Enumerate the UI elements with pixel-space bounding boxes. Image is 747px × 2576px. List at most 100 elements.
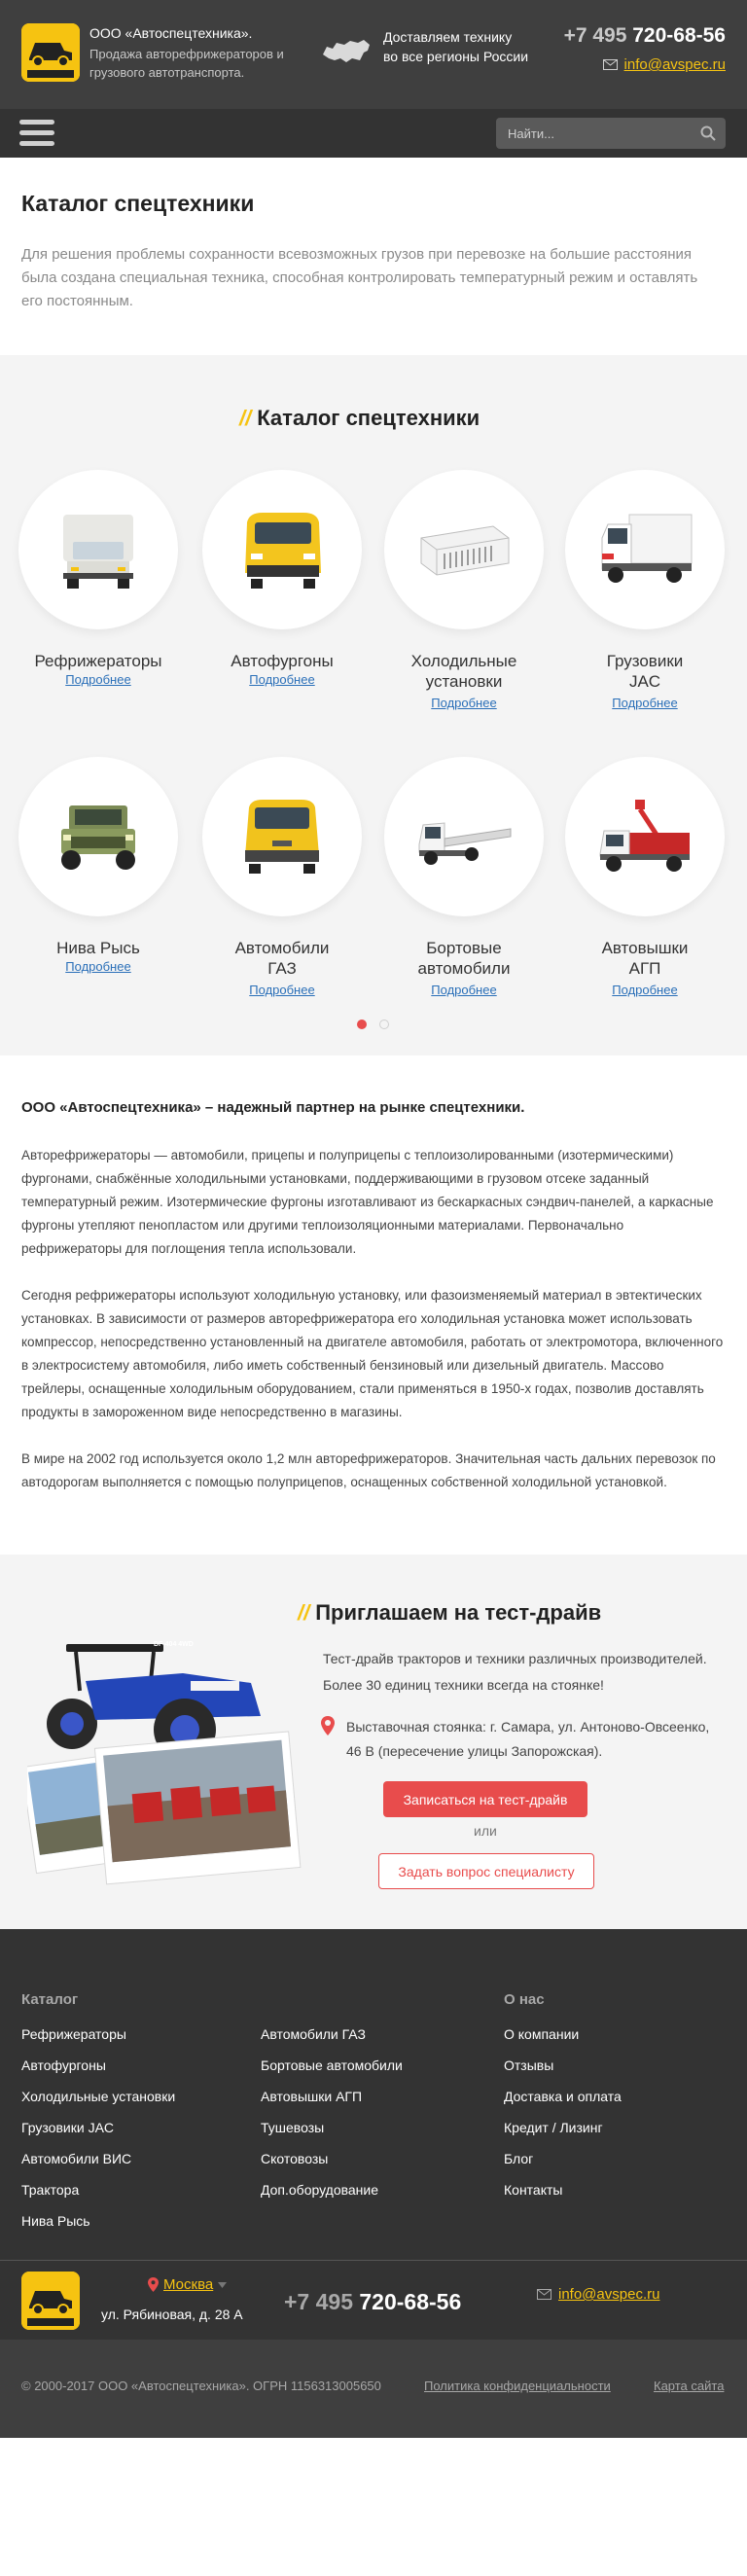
location-pin-icon: [321, 1716, 335, 1735]
chevron-down-icon: [218, 2281, 228, 2288]
catalog-section: //Каталог спецтехники Рефрижераторы Подр…: [0, 355, 747, 1055]
footer-link[interactable]: Скотовозы: [261, 2151, 328, 2166]
header-phone[interactable]: +7 495 720-68-56: [564, 24, 726, 48]
catalog-item-title: Бортовые автомобили: [417, 939, 511, 978]
page-title: Каталог спецтехники: [21, 191, 255, 216]
ask-specialist-button[interactable]: Задать вопрос специалисту: [378, 1853, 594, 1889]
catalog-item-flatbed[interactable]: Бортовые автомобили Подробнее: [374, 757, 554, 999]
top-header: ООО «Автоспецтехника». Продажа авторефри…: [0, 0, 747, 109]
flatbed-truck-icon: [418, 822, 512, 865]
footer-link[interactable]: Автомобили ГАЗ: [261, 2026, 366, 2042]
catalog-more-link[interactable]: Подробнее: [431, 983, 496, 997]
catalog-item-image[interactable]: [565, 470, 725, 629]
catalog-item-image[interactable]: [202, 757, 362, 916]
copyright-text: © 2000-2017 ООО «Автоспецтехника». ОГРН …: [21, 2379, 381, 2393]
menu-icon-bar: [19, 130, 54, 135]
catalog-more-link[interactable]: Подробнее: [612, 696, 677, 710]
footer-link[interactable]: Блог: [504, 2151, 533, 2166]
city-selector[interactable]: Москва: [148, 2276, 228, 2293]
catalog-item-title: Рефрижераторы: [34, 652, 162, 670]
heading-slashes: //: [239, 406, 252, 430]
cooling-unit-icon: [420, 525, 510, 576]
testdrive-photos: [20, 1623, 309, 1890]
search-icon[interactable]: [700, 125, 716, 141]
footer-link[interactable]: Грузовики JAC: [21, 2120, 114, 2135]
catalog-more-link[interactable]: Подробнее: [65, 959, 130, 974]
menu-icon-bar: [19, 120, 54, 125]
footer-link[interactable]: Доп.оборудование: [261, 2182, 378, 2198]
catalog-more-link[interactable]: Подробнее: [249, 983, 314, 997]
truck-logo-icon: [21, 23, 80, 82]
catalog-more-link[interactable]: Подробнее: [431, 696, 496, 710]
catalog-item-image[interactable]: [18, 470, 178, 629]
footer-link[interactable]: Доставка и оплата: [504, 2089, 622, 2104]
yellow-minibus-icon: [245, 800, 319, 874]
testdrive-address-2: 46 В (пересечение улицы Запорожская).: [346, 1743, 603, 1759]
footer-logo[interactable]: [21, 2272, 80, 2330]
intro-line: была создана специальная техника, способ…: [21, 269, 698, 286]
catalog-more-link[interactable]: Подробнее: [65, 672, 130, 687]
footer-link[interactable]: Нива Рысь: [21, 2213, 90, 2229]
privacy-policy-link[interactable]: Политика конфиденциальности: [424, 2379, 611, 2393]
company-description: Продажа авторефрижераторов и грузового а…: [89, 47, 284, 80]
aerial-platform-truck-icon: [599, 800, 690, 872]
testdrive-heading: //Приглашаем на тест-драйв: [298, 1600, 601, 1626]
catalog-item-image[interactable]: [384, 757, 544, 916]
footer-email: info@avspec.ru: [537, 2286, 659, 2303]
footer-phone[interactable]: +7 495 720-68-56: [284, 2289, 461, 2315]
slider-dot[interactable]: [379, 1020, 389, 1029]
header-email-link[interactable]: info@avspec.ru: [624, 56, 726, 73]
footer-link[interactable]: Автофургоны: [21, 2057, 106, 2073]
catalog-item-jac-trucks[interactable]: Грузовики JAC Подробнее: [554, 470, 735, 712]
footer-link[interactable]: Холодильные установки: [21, 2089, 175, 2104]
catalog-item-image[interactable]: [565, 757, 725, 916]
catalog-item-vans[interactable]: Автофургоны Подробнее: [192, 470, 373, 689]
catalog-item-image[interactable]: [384, 470, 544, 629]
signup-testdrive-button[interactable]: Записаться на тест-драйв: [383, 1781, 587, 1817]
catalog-item-gaz-cars[interactable]: Автомобили ГАЗ Подробнее: [192, 757, 373, 999]
footer-link[interactable]: Автомобили ВИС: [21, 2151, 131, 2166]
catalog-more-link[interactable]: Подробнее: [612, 983, 677, 997]
footer-link[interactable]: Автовышки АГП: [261, 2089, 362, 2104]
slider-dot-active[interactable]: [357, 1020, 367, 1029]
footer-link[interactable]: Трактора: [21, 2182, 79, 2198]
catalog-item-refrigerators[interactable]: Рефрижераторы Подробнее: [8, 470, 189, 689]
catalog-item-aerial-platforms[interactable]: Автовышки АГП Подробнее: [554, 757, 735, 999]
catalog-item-image[interactable]: [18, 757, 178, 916]
search-input[interactable]: [496, 118, 691, 149]
footer-link[interactable]: Бортовые автомобили: [261, 2057, 403, 2073]
russia-map-icon: [321, 37, 372, 71]
city-name[interactable]: Москва: [163, 2276, 213, 2293]
footer-email-link[interactable]: info@avspec.ru: [558, 2286, 659, 2303]
refrigerator-truck-icon: [63, 515, 133, 589]
delivery-info: Доставляем технику во все регионы России: [383, 27, 578, 66]
about-paragraph: Авторефрижераторы — автомобили, прицепы …: [21, 1148, 714, 1256]
menu-button[interactable]: [19, 117, 54, 150]
phone-code: +7 495: [563, 24, 627, 47]
footer-link[interactable]: Отзывы: [504, 2057, 553, 2073]
footer-link[interactable]: Кредит / Лизинг: [504, 2120, 603, 2135]
footer-link[interactable]: Рефрижераторы: [21, 2026, 126, 2042]
catalog-item-image[interactable]: [202, 470, 362, 629]
search-box: [496, 118, 726, 149]
catalog-heading-text: Каталог спецтехники: [257, 406, 480, 430]
catalog-item-cooling-units[interactable]: Холодильные установки Подробнее: [374, 470, 554, 712]
catalog-heading: //Каталог спецтехники: [239, 406, 480, 431]
catalog-item-niva-rys[interactable]: Нива Рысь Подробнее: [8, 757, 189, 976]
about-paragraph: Сегодня рефрижераторы используют холодил…: [21, 1288, 724, 1419]
footer-link[interactable]: О компании: [504, 2026, 579, 2042]
footer-link[interactable]: Тушевозы: [261, 2120, 324, 2135]
testdrive-text-1: Тест-драйв тракторов и техники различных…: [323, 1651, 707, 1666]
catalog-more-link[interactable]: Подробнее: [249, 672, 314, 687]
yellow-van-icon: [245, 513, 321, 589]
truck-logo-icon: [21, 2272, 80, 2330]
company-logo[interactable]: [21, 23, 80, 82]
heading-slashes: //: [298, 1600, 310, 1625]
footer-link[interactable]: Контакты: [504, 2182, 562, 2198]
envelope-icon: [537, 2289, 551, 2300]
sitemap-link[interactable]: Карта сайта: [654, 2379, 724, 2393]
